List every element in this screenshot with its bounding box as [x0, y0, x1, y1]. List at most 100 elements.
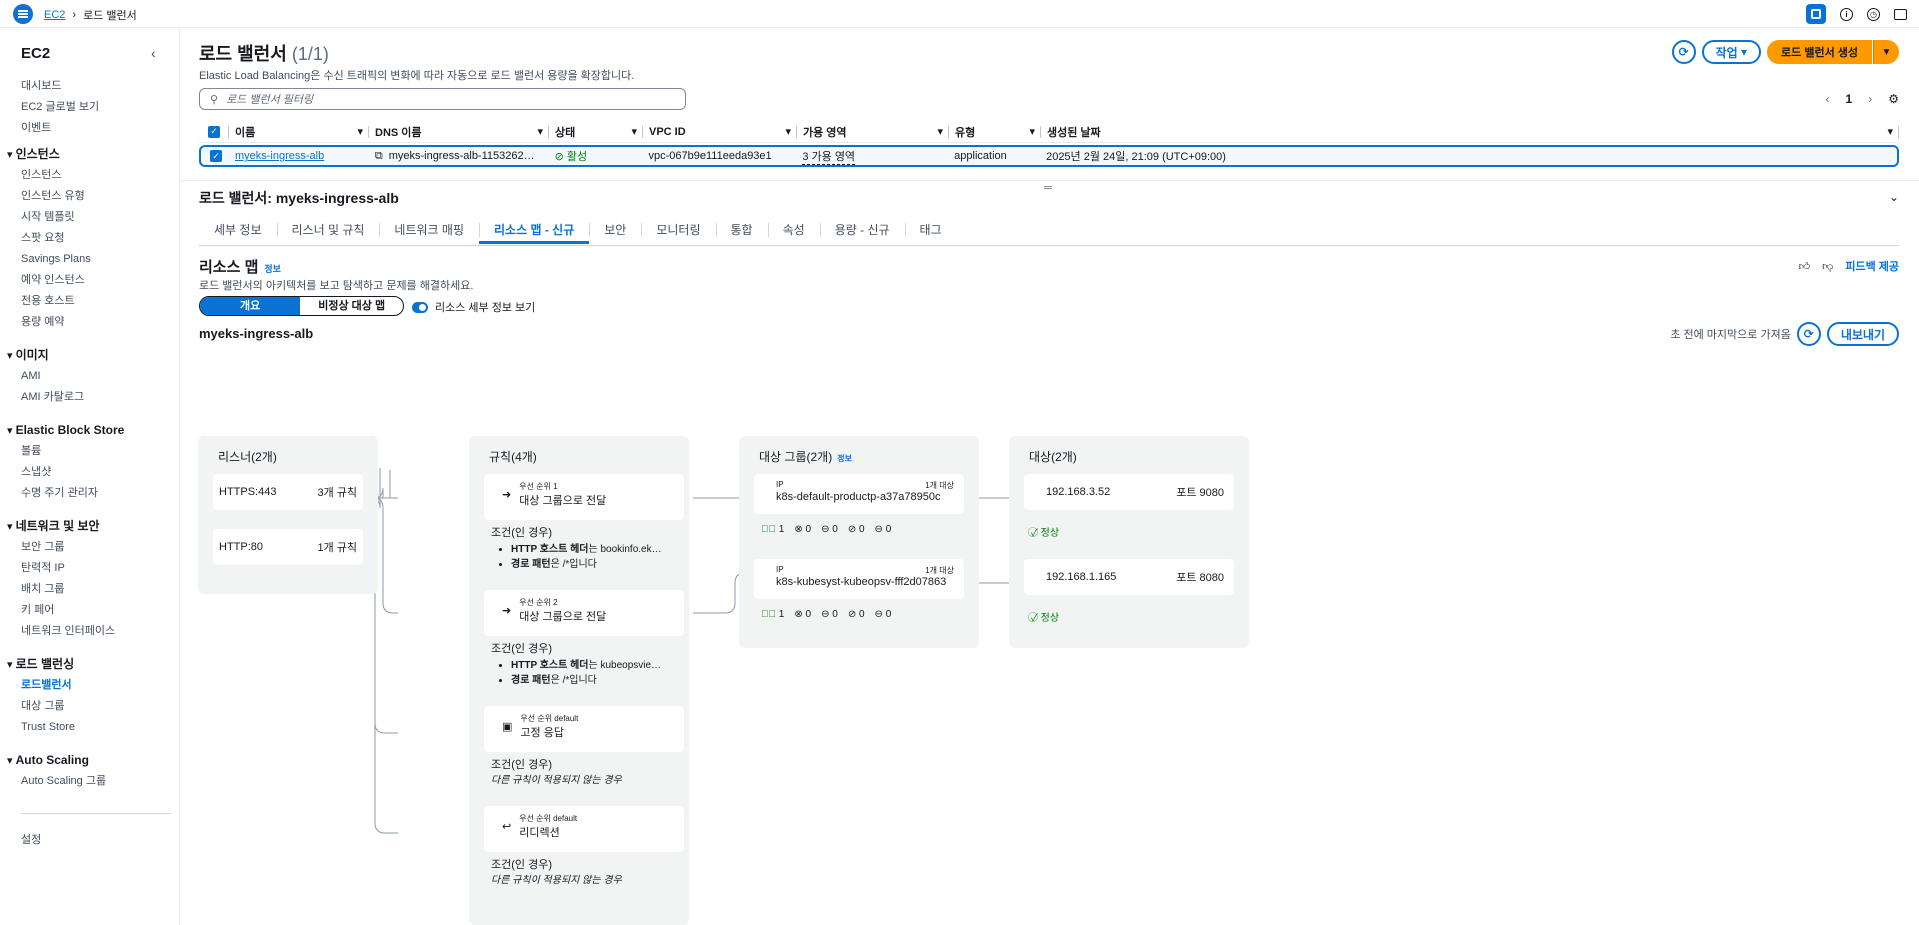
settings-gear-icon[interactable]: ⚙ [1888, 92, 1899, 106]
target-group-card[interactable]: IP 1개 대상 k8s-kubesyst-kubeopsv-fff2d07863 [754, 559, 964, 599]
sidebar-item[interactable]: 배치 그룹 [21, 579, 171, 600]
sidebar-item[interactable]: AMI [21, 366, 171, 387]
tab-item[interactable]: 태그 [904, 218, 957, 244]
export-button[interactable]: 내보내기 [1826, 322, 1899, 346]
tab-item[interactable]: 통합 [715, 218, 768, 244]
sidebar-item[interactable]: 수명 주기 관리자 [21, 483, 171, 504]
feedback-link[interactable]: 피드백 제공 [1845, 258, 1899, 274]
page-number[interactable]: 1 [1846, 92, 1853, 106]
sidebar-item-settings[interactable]: 설정 [21, 830, 171, 851]
tab-item[interactable]: 리스너 및 규칙 [276, 218, 380, 244]
resize-handle-icon[interactable]: ═ [1044, 182, 1052, 194]
sidebar-item[interactable]: Savings Plans [21, 249, 171, 270]
row-checkbox[interactable]: ✓ [201, 147, 229, 165]
sidebar-item[interactable]: Trust Store [21, 717, 171, 738]
rule-card[interactable]: ➜ 우선 순위 2 대상 그룹으로 전달 [484, 590, 684, 636]
clock-icon[interactable]: ◷ [1867, 7, 1880, 21]
rule-card[interactable]: ▣ 우선 순위 default 고정 응답 [484, 706, 684, 752]
sidebar-item[interactable]: AMI 카탈로그 [21, 387, 171, 408]
tab-item[interactable]: 모니터링 [641, 218, 715, 244]
info-link[interactable]: 정보 [264, 264, 281, 274]
overview-segment[interactable]: 개요 [200, 297, 301, 315]
tab-item[interactable]: 네트워크 매핑 [379, 218, 479, 244]
sidebar-item[interactable]: 시작 템플릿 [21, 207, 171, 228]
listener-card[interactable]: HTTPS:443 3개 규칙 [213, 474, 363, 510]
lb-name-link[interactable]: myeks-ingress-alb [235, 150, 324, 162]
tab-item[interactable]: 용량 - 신규 [819, 218, 905, 244]
sidebar-item[interactable]: 키 페어 [21, 600, 171, 621]
sidebar-item[interactable]: EC2 글로벌 보기 [21, 97, 171, 118]
col-name-label: 이름 [235, 126, 256, 139]
sidebar-item[interactable]: 이벤트 [21, 118, 171, 139]
table-row[interactable]: ✓ myeks-ingress-alb ⧉ myeks-ingress-alb-1… [199, 145, 1899, 167]
col-state[interactable]: 상태 ▾ [549, 121, 643, 142]
sidebar-section-header[interactable]: 이미지 [7, 344, 171, 366]
sidebar-item[interactable]: 인스턴스 [21, 165, 171, 186]
col-vpc[interactable]: VPC ID ▾ [643, 121, 797, 142]
sidebar-section-header[interactable]: Elastic Block Store [7, 419, 171, 441]
sidebar-item[interactable]: 인스턴스 유형 [21, 186, 171, 207]
unhealthy-map-segment[interactable]: 비정상 대상 맵 [300, 297, 403, 315]
sidebar-item[interactable]: 대시보드 [21, 76, 171, 97]
sidebar-item[interactable]: 예약 인스턴스 [21, 270, 171, 291]
page-title-count: (1/1) [291, 44, 329, 64]
filter-input[interactable]: ⚲ 로드 밸런서 필터링 [199, 88, 686, 110]
cond-key: 경로 패턴 [511, 675, 551, 686]
rule-card[interactable]: ➜ 우선 순위 1 대상 그룹으로 전달 [484, 474, 684, 520]
tab-item[interactable]: 세부 정보 [199, 218, 277, 244]
toggle-switch[interactable] [412, 301, 428, 313]
panel-icon[interactable] [1806, 4, 1826, 24]
display-settings-icon[interactable] [1894, 8, 1907, 20]
tab-item[interactable]: 리소스 맵 - 신규 [479, 218, 590, 244]
sidebar-item[interactable]: 보안 그룹 [21, 537, 171, 558]
listener-card[interactable]: HTTP:80 1개 규칙 [213, 529, 363, 565]
sidebar-item[interactable]: 탄력적 IP [21, 558, 171, 579]
sidebar-section-header[interactable]: 로드 밸런싱 [7, 653, 171, 675]
col-dns[interactable]: DNS 이름 ▾ [369, 121, 549, 142]
actions-button[interactable]: 작업 ▾ [1701, 40, 1762, 64]
thumbs-down-icon[interactable]: 👎︎ [1822, 260, 1833, 273]
draining-count: 0 [858, 524, 865, 535]
target-group-card[interactable]: IP 1개 대상 k8s-default-productp-a37a78950c [754, 474, 964, 514]
next-page-icon[interactable]: › [1868, 92, 1872, 106]
sidebar-section-header[interactable]: Auto Scaling [7, 749, 171, 771]
target-groups-info-link[interactable]: 정보 [837, 454, 852, 463]
sidebar-item[interactable]: 볼륨 [21, 441, 171, 462]
tab-item[interactable]: 속성 [767, 218, 820, 244]
copy-icon[interactable]: ⧉ [375, 150, 383, 163]
col-created[interactable]: 생성된 날짜 ▾ [1041, 121, 1899, 142]
rule-card[interactable]: ↩ 우선 순위 default 리디렉션 [484, 806, 684, 852]
info-icon[interactable]: i [1840, 7, 1853, 21]
sidebar-section-header[interactable]: 인스턴스 [7, 143, 171, 165]
col-type[interactable]: 유형 ▾ [949, 121, 1041, 142]
target-ip: 192.168.3.52 [1046, 486, 1111, 498]
thumbs-up-icon[interactable]: 👍︎ [1799, 260, 1811, 273]
map-refresh-button[interactable]: ⟳ [1796, 322, 1821, 346]
sidebar-item[interactable]: 대상 그룹 [21, 696, 171, 717]
refresh-button[interactable]: ⟳ [1671, 40, 1696, 64]
target-card[interactable]: 192.168.3.52 포트 9080 [1024, 474, 1234, 510]
close-sidebar-icon[interactable]: ‹ [151, 45, 156, 61]
sidebar-item[interactable]: 스팟 요청 [21, 228, 171, 249]
breadcrumb-ec2-link[interactable]: EC2 [44, 9, 65, 21]
col-name[interactable]: 이름 ▾ [229, 121, 369, 142]
unhealthy-count: 0 [805, 609, 812, 620]
select-all-checkbox[interactable]: ✓ [199, 121, 229, 142]
sidebar-item[interactable]: 용량 예약 [21, 312, 171, 333]
menu-icon[interactable] [13, 4, 33, 24]
sidebar-item[interactable]: 전용 호스트 [21, 291, 171, 312]
sidebar-item[interactable]: Auto Scaling 그룹 [21, 771, 171, 792]
sidebar-item[interactable]: 스냅샷 [21, 462, 171, 483]
prev-page-icon[interactable]: ‹ [1826, 92, 1830, 106]
resource-details-toggle[interactable]: 리소스 세부 정보 보기 [412, 299, 535, 315]
lb-az[interactable]: 3 가용 영역 [802, 148, 856, 165]
create-load-balancer-button[interactable]: 로드 밸런서 생성 [1767, 40, 1872, 64]
col-az[interactable]: 가용 영역 ▾ [797, 121, 949, 142]
sidebar-item[interactable]: 네트워크 인터페이스 [21, 621, 171, 642]
sidebar-section-header[interactable]: 네트워크 및 보안 [7, 515, 171, 537]
collapse-chevron-icon[interactable]: ⌄ [1889, 190, 1899, 204]
create-dropdown-button[interactable]: ▼ [1873, 40, 1899, 64]
sidebar-item[interactable]: 로드밸런서 [21, 675, 171, 696]
tab-item[interactable]: 보안 [589, 218, 641, 244]
target-card[interactable]: 192.168.1.165 포트 8080 [1024, 559, 1234, 595]
